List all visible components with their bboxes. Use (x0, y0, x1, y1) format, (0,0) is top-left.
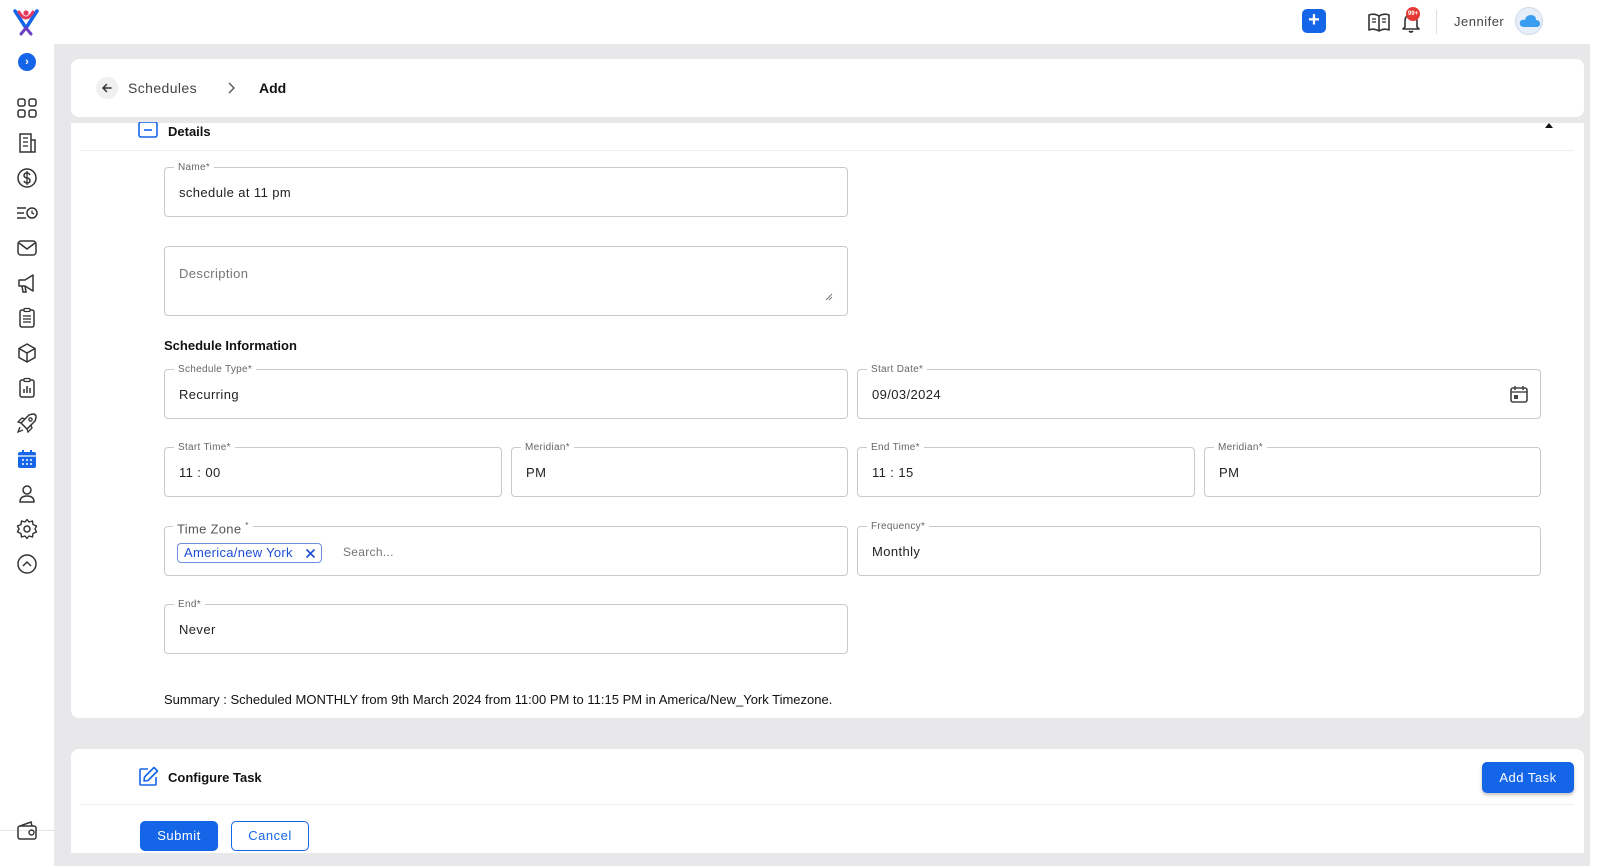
book-open-icon[interactable] (1366, 9, 1392, 35)
name-label: Name* (174, 162, 215, 173)
name-value: schedule at 11 pm (179, 185, 292, 200)
configure-task-title: Configure Task (168, 770, 262, 785)
cube-icon[interactable] (15, 341, 39, 365)
minus-square-icon[interactable] (138, 122, 158, 138)
start-time-field[interactable]: Start Time* 11 : 00 (164, 442, 502, 497)
topbar-divider (1436, 10, 1437, 34)
submit-button[interactable]: Submit (140, 821, 218, 851)
schedule-summary: Summary : Scheduled MONTHLY from 9th Mar… (164, 692, 833, 707)
breadcrumb: Schedules Add (71, 59, 1584, 117)
configure-task-section: Configure Task Add Task Submit Cancel (71, 749, 1584, 853)
sidebar: › (0, 44, 54, 866)
end-select[interactable]: End* Never (164, 599, 848, 654)
configure-divider (81, 804, 1574, 805)
description-placeholder: Description (179, 266, 249, 281)
start-date-field[interactable]: Start Date* 09/03/2024 (857, 364, 1541, 419)
schedule-info-heading: Schedule Information (164, 338, 297, 353)
details-section: Details Name* schedule at 11 pm Descript… (71, 122, 1584, 718)
end-meridian-label: Meridian* (1214, 442, 1267, 453)
start-meridian-select[interactable]: Meridian* PM (511, 442, 848, 497)
start-date-value: 09/03/2024 (872, 387, 942, 402)
timezone-field[interactable]: Time Zone * America/new York (164, 519, 848, 576)
gear-icon[interactable] (15, 517, 39, 541)
avatar[interactable] (1515, 7, 1543, 35)
collapse-caret-icon[interactable] (1545, 123, 1553, 128)
details-title: Details (168, 124, 211, 139)
end-time-field[interactable]: End Time* 11 : 15 (857, 442, 1195, 497)
chevron-up-circle-icon[interactable] (15, 552, 39, 576)
start-time-label: Start Time* (174, 442, 235, 453)
breadcrumb-schedules-link[interactable]: Schedules (128, 80, 197, 96)
start-meridian-label: Meridian* (521, 442, 574, 453)
calendar-icon[interactable] (15, 447, 39, 471)
calendar-picker-icon[interactable] (1509, 384, 1529, 404)
start-meridian-value: PM (526, 465, 547, 480)
mail-icon[interactable] (15, 236, 39, 260)
top-bar: + 99+ Jennifer (0, 0, 1600, 44)
add-task-button[interactable]: Add Task (1482, 762, 1574, 793)
end-time-value: 11 : 15 (872, 465, 914, 480)
schedule-type-label: Schedule Type* (174, 364, 257, 375)
chevron-right-icon (228, 82, 235, 94)
schedule-type-select[interactable]: Schedule Type* Recurring (164, 364, 848, 419)
resize-handle-icon[interactable] (825, 293, 833, 301)
description-field[interactable]: Description (164, 246, 848, 316)
timezone-search-input[interactable] (343, 545, 493, 559)
building-icon[interactable] (15, 131, 39, 155)
user-icon[interactable] (15, 482, 39, 506)
frequency-select[interactable]: Frequency* Monthly (857, 521, 1541, 576)
start-time-value: 11 : 00 (179, 465, 221, 480)
arrow-left-icon (101, 83, 112, 93)
username[interactable]: Jennifer (1454, 14, 1504, 29)
quick-add-button[interactable]: + (1302, 9, 1326, 33)
notification-badge: 99+ (1406, 7, 1420, 21)
details-divider (81, 150, 1574, 151)
clipboard-list-icon[interactable] (15, 306, 39, 330)
start-date-label: Start Date* (867, 364, 928, 375)
cloud-icon (1519, 15, 1540, 27)
back-button[interactable] (96, 77, 118, 99)
list-clock-icon[interactable] (15, 201, 39, 225)
dashboard-grid-icon[interactable] (15, 96, 39, 120)
schedule-type-value: Recurring (179, 387, 239, 402)
cancel-button[interactable]: Cancel (231, 821, 309, 851)
frequency-label: Frequency* (867, 521, 930, 532)
wallet-icon[interactable] (15, 819, 39, 843)
app-logo-icon[interactable] (12, 8, 40, 36)
name-field[interactable]: Name* schedule at 11 pm (164, 162, 848, 217)
right-edge (1590, 44, 1600, 866)
end-label: End* (174, 599, 205, 610)
page-title: Add (259, 80, 287, 96)
end-meridian-value: PM (1219, 465, 1240, 480)
close-icon[interactable] (305, 548, 316, 559)
megaphone-icon[interactable] (15, 271, 39, 295)
timezone-label: Time Zone * (173, 519, 253, 537)
end-time-label: End Time* (867, 442, 924, 453)
edit-icon (139, 766, 159, 786)
frequency-value: Monthly (872, 544, 921, 559)
rocket-icon[interactable] (15, 411, 39, 435)
report-icon[interactable] (15, 376, 39, 400)
timezone-chip-label: America/new York (184, 545, 293, 560)
dollar-icon[interactable] (15, 166, 39, 190)
timezone-chip[interactable]: America/new York (177, 543, 322, 563)
end-value: Never (179, 622, 216, 637)
sidebar-expand-button[interactable]: › (18, 53, 36, 71)
end-meridian-select[interactable]: Meridian* PM (1204, 442, 1541, 497)
